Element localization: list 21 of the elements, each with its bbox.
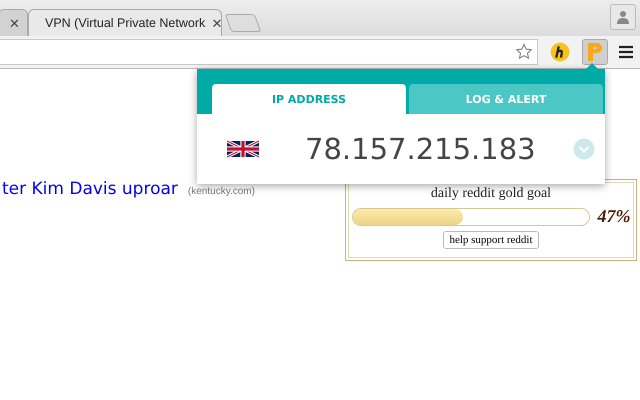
menu-icon[interactable]	[618, 45, 634, 59]
source-domain: (kentucky.com)	[188, 186, 255, 197]
goal-percent: 47%	[598, 206, 630, 227]
h-logo-icon	[550, 42, 570, 62]
browser-tab[interactable]: VPN (Virtual Private Network ✕	[28, 9, 222, 36]
extension-button[interactable]	[548, 40, 572, 64]
tab-title: VPN (Virtual Private Network	[45, 16, 206, 30]
ip-address: 78.157.215.183	[305, 132, 536, 166]
help-support-button[interactable]: help support reddit	[443, 231, 539, 249]
goal-title: daily reddit gold goal	[430, 186, 552, 202]
address-field[interactable]	[0, 39, 538, 65]
star-icon[interactable]	[515, 43, 533, 61]
p-logo-icon	[586, 42, 604, 62]
headline-link[interactable]: ter Kim Davis uproar	[2, 179, 178, 199]
close-icon[interactable]: ✕	[9, 16, 20, 30]
new-tab-button[interactable]	[224, 14, 262, 32]
vpn-extension-button[interactable]	[582, 39, 608, 65]
profile-button[interactable]	[610, 4, 636, 30]
browser-tab[interactable]: ✕	[0, 9, 28, 36]
close-icon[interactable]: ✕	[211, 16, 222, 30]
person-icon	[616, 10, 630, 24]
